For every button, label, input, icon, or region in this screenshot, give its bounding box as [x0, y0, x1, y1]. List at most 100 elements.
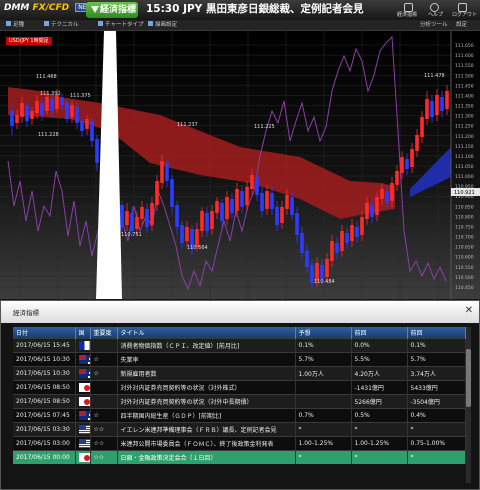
candle-body — [370, 205, 374, 217]
col-importance[interactable]: 重要度 — [90, 327, 118, 339]
price-tick: 110.500 — [455, 275, 474, 281]
col-date[interactable]: 日付 — [13, 327, 76, 339]
settings-button[interactable]: 設定 — [456, 21, 467, 30]
price-tick: 111.500 — [455, 73, 474, 79]
flag-fr-icon — [78, 341, 89, 350]
table-row[interactable]: 2017/06/15 07:45 ☆ 四半期国内総生産（ＧＤＰ）[前期比] 0.7% 0… — [13, 408, 466, 423]
cell-importance: ☆ — [90, 366, 118, 381]
toolbar-drawing[interactable]: 描画設定 — [148, 21, 177, 29]
candle-body — [215, 201, 219, 213]
candle-body — [15, 115, 19, 123]
cell-title: 新規雇用者数 — [117, 366, 296, 381]
cell-forecast: 0.7% — [295, 408, 352, 423]
news-tab[interactable]: 経済指標 — [86, 2, 138, 18]
flag-au-icon — [78, 355, 89, 364]
table-row[interactable]: 2017/06/15 03:00 ☆☆ 米連邦公開市場委員会（ＦＯＭＣ）、終了後政策… — [13, 436, 466, 451]
cell-date: 2017/06/15 07:45 — [13, 408, 76, 423]
dialog-header: 経済指標 ✕ — [1, 301, 479, 323]
col-previous[interactable]: 前回 — [407, 327, 466, 339]
price-tick: 111.650 — [455, 43, 474, 49]
candle-body — [375, 197, 379, 215]
candle-body — [395, 171, 399, 185]
candle-body — [320, 265, 324, 279]
table-row[interactable]: 2017/06/15 15:45 消費者物価指数（ＣＰＩ、改定値）[前月比] 0.1… — [13, 338, 466, 353]
cell-country — [75, 380, 91, 395]
chart-type-icon — [98, 21, 103, 26]
candle-body — [130, 213, 134, 231]
table-row[interactable]: 2017/06/15 03:30 ☆☆ イエレン米連邦準備理事会（ＦＲＢ）議長、定例… — [13, 422, 466, 437]
candle-body — [205, 213, 209, 231]
candle-body — [185, 227, 189, 241]
current-price-label: 110.921 — [454, 190, 475, 196]
cell-date: 2017/06/15 03:00 — [13, 436, 76, 451]
cell-country — [75, 338, 91, 353]
close-icon[interactable]: ✕ — [465, 306, 473, 316]
chart-right-tools: 分析ツール 設定 — [420, 21, 478, 30]
cell-title: イエレン米連邦準備理事会（ＦＲＢ）議長、定例記者会見 — [117, 422, 296, 437]
candle-body — [30, 111, 34, 119]
analysis-tools-button[interactable]: 分析ツール — [420, 21, 448, 30]
price-annotation: 111.228 — [38, 132, 59, 138]
candle-body — [90, 121, 94, 141]
price-tick: 111.000 — [455, 174, 474, 180]
price-annotation: 110.664 — [187, 245, 208, 251]
candle-body — [440, 97, 444, 111]
price-tick: 110.550 — [455, 265, 474, 271]
toolbar-technical[interactable]: テクニカル — [44, 21, 79, 29]
table-row[interactable]: 2017/06/15 00:00 ☆☆ 日銀・金融政策決定会合（１日目） * * * — [13, 450, 466, 464]
candle-body — [420, 117, 424, 137]
cell-importance — [90, 394, 118, 409]
cell-country — [75, 408, 91, 423]
candle-body — [280, 207, 284, 223]
table-row[interactable]: 2017/06/15 08:50 対外対内証券売買契約等の状況（対外株式） -143… — [13, 380, 466, 395]
candle-body — [70, 105, 74, 117]
price-tick: 110.750 — [455, 224, 474, 230]
scrollbar-thumb[interactable] — [466, 349, 471, 407]
candle-body — [430, 101, 434, 117]
cell-importance: ☆ — [90, 352, 118, 367]
cell-date: 2017/06/15 15:45 — [13, 338, 76, 353]
toolbar-chart-type[interactable]: チャートタイプ — [98, 21, 143, 29]
cell-importance: ☆☆ — [90, 422, 118, 437]
candle-body — [330, 241, 334, 261]
candle-body — [250, 175, 254, 189]
col-country[interactable]: 国 — [75, 327, 91, 339]
cell-actual: * — [351, 422, 408, 437]
dialog-title: 経済指標 — [13, 309, 39, 317]
candle-body — [65, 103, 69, 119]
price-tick: 111.550 — [455, 63, 474, 69]
candle-body — [285, 195, 289, 209]
candle-body — [45, 97, 49, 111]
table-row[interactable]: 2017/06/15 10:30 ☆ 失業率 5.7% 5.5% 5.7% — [13, 352, 466, 367]
candle-body — [385, 191, 389, 203]
cell-actual: 0.0% — [351, 338, 408, 353]
cell-title: 対外対内証券売買契約等の状況（対外中長期債） — [117, 394, 296, 409]
economic-calendar-button[interactable]: 経済指標 — [397, 11, 417, 18]
table-row[interactable]: 2017/06/15 08:50 対外対内証券売買契約等の状況（対外中長期債） 52… — [13, 394, 466, 409]
candle-body — [20, 103, 24, 117]
flag-jp-icon — [78, 453, 89, 462]
cell-forecast: 1.00万人 — [295, 366, 352, 381]
news-ticker[interactable]: 15:30 JPY 黒田東彦日銀総裁、定例記者会見 — [146, 1, 394, 19]
toolbar-timeframe[interactable]: 足種 — [6, 21, 24, 29]
help-button[interactable]: ヘルプ — [428, 11, 443, 18]
candle-body — [240, 191, 244, 207]
cell-actual: 1.00-1.25% — [351, 436, 408, 451]
col-actual[interactable]: 前回 — [351, 327, 408, 339]
candle-body — [405, 159, 409, 169]
col-title[interactable]: タイトル — [117, 327, 296, 339]
cell-date: 2017/06/15 00:00 — [13, 450, 76, 464]
price-annotation: 111.468 — [36, 74, 57, 80]
col-forecast[interactable]: 予想 — [295, 327, 352, 339]
logout-button[interactable]: ログアウト — [452, 11, 477, 18]
price-tick: 110.700 — [455, 235, 474, 241]
table-row[interactable]: 2017/06/15 10:30 ☆ 新規雇用者数 1.00万人 4.20万人 3.74万… — [13, 366, 466, 381]
table-scrollbar[interactable] — [466, 327, 471, 483]
candle-body — [225, 197, 229, 219]
chart-toolbar: 足種 テクニカル チャートタイプ 描画設定 — [0, 20, 480, 31]
cell-previous: 3.74万人 — [407, 366, 466, 381]
candle-body — [260, 193, 264, 211]
candlestick-chart[interactable]: 111.468 111.392 111.375 111.228 111.237 111.2… — [0, 31, 480, 299]
cell-previous: 0.1% — [407, 338, 466, 353]
cell-forecast: 0.1% — [295, 338, 352, 353]
